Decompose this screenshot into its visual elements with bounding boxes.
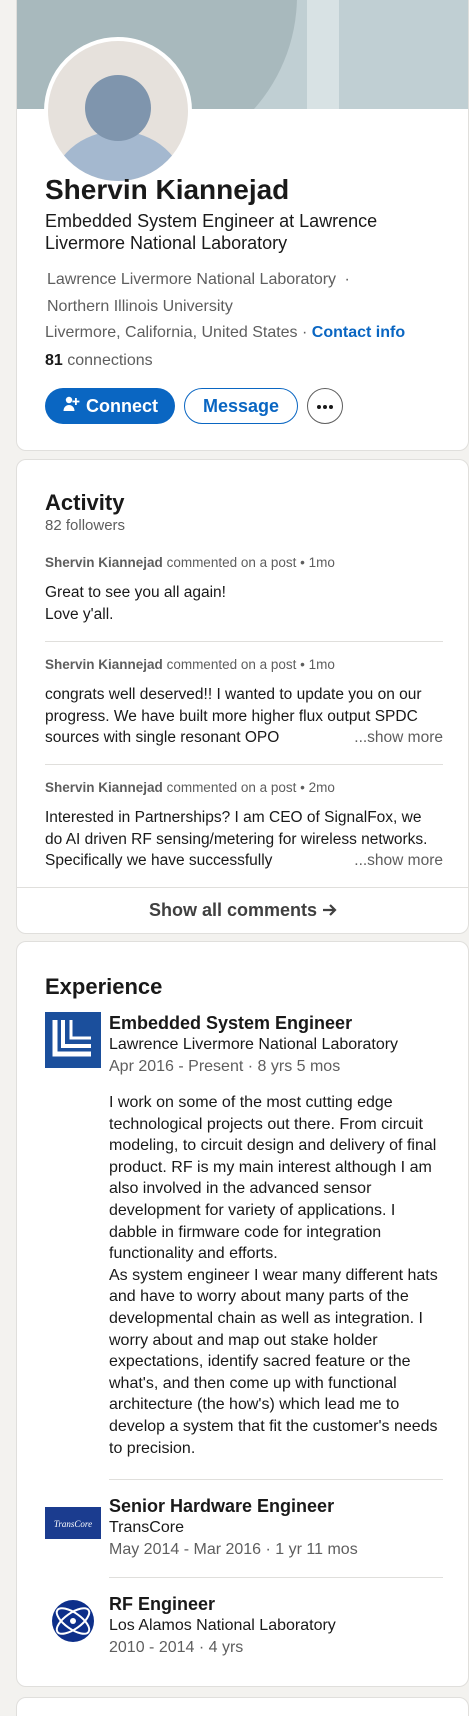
divider: [109, 1577, 443, 1578]
activity-time: 1mo: [308, 555, 335, 570]
experience-description: I work on some of the most cutting edge …: [109, 1092, 445, 1459]
transcore-logo-icon[interactable]: TransCore: [45, 1495, 101, 1551]
message-button[interactable]: Message: [184, 388, 298, 424]
activity-text: Interested in Partnerships? I am CEO of …: [45, 807, 443, 871]
org-current-link[interactable]: Lawrence Livermore National Laboratory: [47, 271, 336, 288]
show-all-label: Show all comments: [148, 900, 318, 920]
activity-meta: Shervin Kiannejad commented on a post • …: [45, 555, 335, 570]
connections-number: 81: [45, 352, 63, 369]
activity-title: Activity: [45, 490, 125, 515]
experience-title-text: Senior Hardware Engineer: [109, 1496, 335, 1516]
activity-item[interactable]: Shervin Kiannejad commented on a post • …: [45, 555, 443, 625]
experience-company: Lawrence Livermore National Laboratory: [109, 1036, 399, 1053]
followers-count: 82 followers: [45, 517, 126, 534]
profile-organizations: Lawrence Livermore National Laboratory ·…: [47, 266, 377, 320]
transcore-logo-text: TransCore: [54, 1519, 92, 1529]
profile-location: Livermore, California, United States · C…: [45, 324, 405, 342]
activity-text-line: Great to see you all again!: [45, 584, 226, 601]
experience-title-text: RF Engineer: [109, 1594, 216, 1614]
experience-title-text: Embedded System Engineer: [109, 1013, 353, 1033]
show-more-link[interactable]: ...show more: [344, 727, 443, 748]
profile-name: Shervin Kiannejad: [45, 174, 290, 205]
activity-action: commented on a post: [166, 780, 297, 795]
add-person-icon: [62, 395, 80, 418]
ellipsis-icon: [316, 397, 334, 415]
divider: [109, 1479, 443, 1480]
experience-company: TransCore: [109, 1519, 184, 1536]
description-paragraph: I work on some of the most cutting edge …: [109, 1094, 437, 1263]
connect-button[interactable]: Connect: [45, 388, 175, 424]
experience-card: Experience Embedded System Engineer Lawr…: [16, 941, 469, 1687]
avatar[interactable]: [44, 37, 192, 185]
activity-text: congrats well deserved!! I wanted to upd…: [45, 684, 443, 748]
lanl-logo-icon[interactable]: [45, 1593, 101, 1649]
description-paragraph: As system engineer I wear many different…: [109, 1266, 438, 1457]
activity-time: 2mo: [308, 780, 335, 795]
activity-meta: Shervin Kiannejad commented on a post • …: [45, 780, 335, 795]
activity-item[interactable]: Shervin Kiannejad commented on a post • …: [45, 657, 443, 748]
divider: [45, 641, 443, 642]
llnl-logo-icon[interactable]: [45, 1012, 101, 1068]
org-education-link[interactable]: Northern Illinois University: [47, 298, 233, 315]
show-more-link[interactable]: ...show more: [344, 850, 443, 871]
arrow-right-icon: [322, 900, 338, 920]
message-label: Message: [202, 395, 280, 416]
next-section-card: [16, 1697, 469, 1716]
activity-author[interactable]: Shervin Kiannejad: [45, 555, 163, 570]
activity-card: Activity 82 followers Shervin Kiannejad …: [16, 459, 469, 934]
show-all-comments-button[interactable]: Show all comments: [17, 900, 468, 921]
connections-count[interactable]: 81 connections: [45, 352, 153, 370]
activity-time: 1mo: [308, 657, 335, 672]
experience-dates: May 2014 - Mar 2016 · 1 yr 11 mos: [109, 1541, 358, 1558]
experience-dates: Apr 2016 - Present · 8 yrs 5 mos: [109, 1058, 341, 1075]
location-text: Livermore, California, United States: [45, 324, 298, 341]
experience-dates: 2010 - 2014 · 4 yrs: [109, 1639, 244, 1656]
more-actions-button[interactable]: [307, 388, 343, 424]
activity-text-line: Love y'all.: [45, 605, 114, 623]
experience-company: Los Alamos National Laboratory: [109, 1617, 336, 1634]
activity-meta: Shervin Kiannejad commented on a post • …: [45, 657, 335, 672]
profile-card: Shervin Kiannejad Embedded System Engine…: [16, 0, 469, 451]
location-separator: ·: [302, 324, 308, 341]
org-separator: ·: [344, 271, 350, 288]
activity-author[interactable]: Shervin Kiannejad: [45, 780, 163, 795]
connect-label: Connect: [86, 395, 158, 416]
activity-action: commented on a post: [166, 657, 297, 672]
connections-label: connections: [67, 352, 153, 369]
activity-item[interactable]: Shervin Kiannejad commented on a post • …: [45, 780, 443, 871]
profile-headline: Embedded System Engineer at Lawrence Liv…: [45, 211, 378, 253]
activity-action: commented on a post: [166, 555, 297, 570]
divider: [45, 764, 443, 765]
contact-info-link[interactable]: Contact info: [312, 324, 405, 341]
activity-author[interactable]: Shervin Kiannejad: [45, 657, 163, 672]
experience-title: Experience: [45, 974, 163, 999]
divider: [17, 887, 468, 888]
activity-text: Great to see you all again! Love y'all.: [45, 582, 443, 625]
